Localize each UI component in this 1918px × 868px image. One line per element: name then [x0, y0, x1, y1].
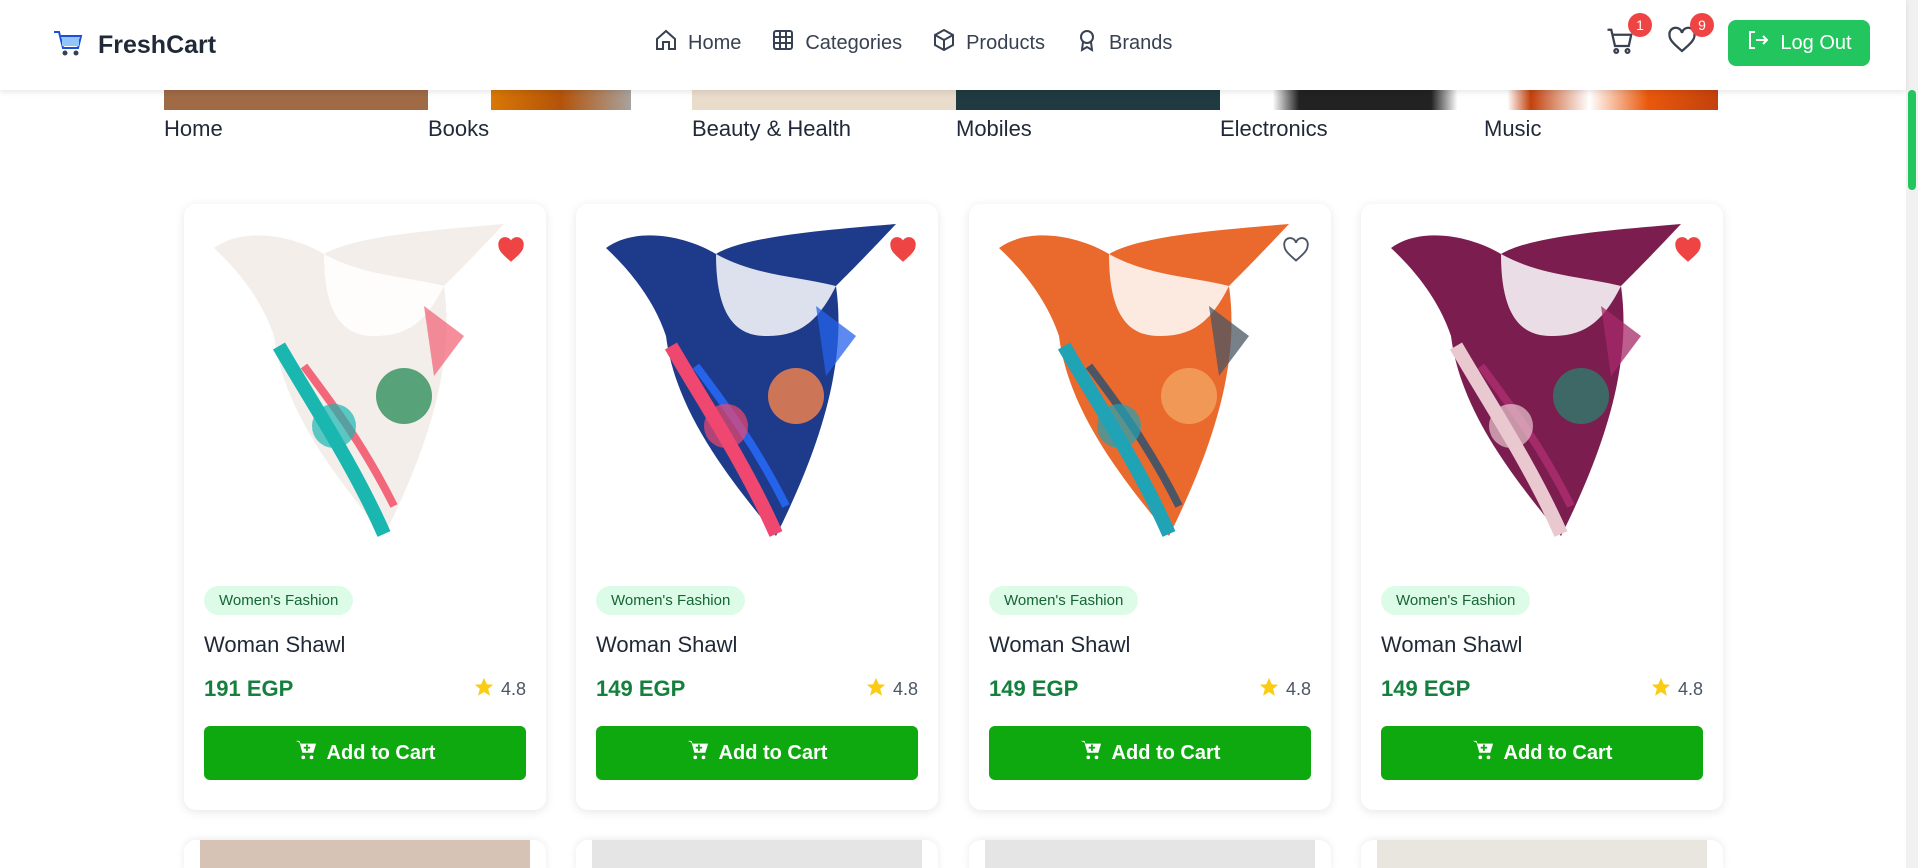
product-image: [200, 840, 530, 868]
add-to-cart-button[interactable]: Add to Cart: [989, 726, 1311, 780]
add-to-cart-button[interactable]: Add to Cart: [204, 726, 526, 780]
product-image[interactable]: [204, 216, 524, 556]
add-to-cart-label: Add to Cart: [1111, 741, 1221, 764]
rating-value: 4.8: [892, 679, 918, 699]
product-card-partial[interactable]: [969, 840, 1331, 868]
product-title[interactable]: Woman Shawl: [204, 632, 345, 658]
nav-actions: 1 9 Log Out: [1602, 13, 1870, 66]
product-rating: 4.8: [473, 676, 526, 703]
wishlist-heart-icon[interactable]: [888, 236, 918, 264]
category-tag: Women's Fashion: [204, 586, 354, 615]
logout-icon: [1746, 28, 1770, 58]
wishlist-heart-icon[interactable]: [1673, 236, 1703, 264]
badge-icon: [1075, 28, 1099, 58]
product-image[interactable]: [1381, 216, 1701, 556]
cart-plus-icon: [1080, 739, 1102, 767]
category-label-electronics[interactable]: Electronics: [1220, 116, 1328, 142]
add-to-cart-button[interactable]: Add to Cart: [1381, 726, 1703, 780]
category-label-beauty[interactable]: Beauty & Health: [692, 116, 851, 142]
brand-name: FreshCart: [98, 31, 217, 59]
product-price: 149 EGP: [596, 676, 686, 701]
logout-button[interactable]: Log Out: [1728, 20, 1870, 66]
wishlist-heart-icon[interactable]: [496, 236, 526, 264]
category-tag: Women's Fashion: [596, 586, 746, 615]
product-rating: 4.8: [865, 676, 918, 703]
scroll-thumb[interactable]: [1908, 90, 1916, 190]
product-price: 149 EGP: [1381, 676, 1471, 701]
nav-links: Home Categories Products Brands: [654, 28, 1202, 58]
rating-value: 4.8: [1677, 679, 1703, 699]
cart-count-badge: 1: [1628, 13, 1652, 37]
category-label-music[interactable]: Music: [1484, 116, 1541, 142]
box-icon: [932, 28, 956, 58]
product-title[interactable]: Woman Shawl: [1381, 632, 1522, 658]
product-card[interactable]: Women's Fashion Woman Shawl 149 EGP 4.8 …: [969, 204, 1331, 810]
category-label-home[interactable]: Home: [164, 116, 223, 142]
product-card-partial[interactable]: [184, 840, 546, 868]
wishlist-heart-icon[interactable]: [1281, 236, 1311, 264]
nav-link-brands[interactable]: Brands: [1075, 28, 1172, 58]
cart-plus-icon: [295, 739, 317, 767]
product-card[interactable]: Women's Fashion Woman Shawl 149 EGP 4.8 …: [1361, 204, 1723, 810]
star-icon: [1650, 676, 1672, 703]
product-rating: 4.8: [1258, 676, 1311, 703]
product-price: 149 EGP: [989, 676, 1079, 701]
wishlist-button[interactable]: 9: [1664, 13, 1714, 61]
wishlist-count-badge: 9: [1690, 13, 1714, 37]
product-title[interactable]: Woman Shawl: [989, 632, 1130, 658]
product-image: [592, 840, 922, 868]
page-scrollbar[interactable]: [1906, 0, 1918, 868]
category-tag: Women's Fashion: [1381, 586, 1531, 615]
rating-value: 4.8: [1285, 679, 1311, 699]
navbar: FreshCart Home Categories Products Brand…: [0, 0, 1906, 90]
add-to-cart-label: Add to Cart: [718, 741, 828, 764]
product-image: [1377, 840, 1707, 868]
nav-link-label: Categories: [805, 31, 903, 54]
nav-link-label: Home: [688, 31, 742, 54]
product-image: [985, 840, 1315, 868]
product-image[interactable]: [989, 216, 1309, 556]
product-card-partial[interactable]: [1361, 840, 1723, 868]
brand[interactable]: FreshCart: [52, 28, 216, 63]
star-icon: [473, 676, 495, 703]
cart-logo-icon: [52, 28, 84, 63]
logout-label: Log Out: [1780, 31, 1852, 54]
nav-link-categories[interactable]: Categories: [771, 28, 902, 58]
cart-plus-icon: [687, 739, 709, 767]
star-icon: [865, 676, 887, 703]
product-title[interactable]: Woman Shawl: [596, 632, 737, 658]
category-tag: Women's Fashion: [989, 586, 1139, 615]
product-price: 191 EGP: [204, 676, 294, 701]
product-rating: 4.8: [1650, 676, 1703, 703]
add-to-cart-label: Add to Cart: [326, 741, 436, 764]
cart-button[interactable]: 1: [1602, 13, 1652, 61]
category-label-books[interactable]: Books: [428, 116, 489, 142]
product-image[interactable]: [596, 216, 916, 556]
product-card[interactable]: Women's Fashion Woman Shawl 191 EGP 4.8 …: [184, 204, 546, 810]
product-card[interactable]: Women's Fashion Woman Shawl 149 EGP 4.8 …: [576, 204, 938, 810]
nav-link-home[interactable]: Home: [654, 28, 741, 58]
rating-value: 4.8: [500, 679, 526, 699]
category-label-mobiles[interactable]: Mobiles: [956, 116, 1032, 142]
cart-plus-icon: [1472, 739, 1494, 767]
product-card-partial[interactable]: [576, 840, 938, 868]
nav-link-label: Brands: [1109, 31, 1173, 54]
add-to-cart-label: Add to Cart: [1503, 741, 1613, 764]
grid-icon: [771, 28, 795, 58]
add-to-cart-button[interactable]: Add to Cart: [596, 726, 918, 780]
nav-link-label: Products: [966, 31, 1046, 54]
home-icon: [654, 28, 678, 58]
nav-link-products[interactable]: Products: [932, 28, 1045, 58]
star-icon: [1258, 676, 1280, 703]
